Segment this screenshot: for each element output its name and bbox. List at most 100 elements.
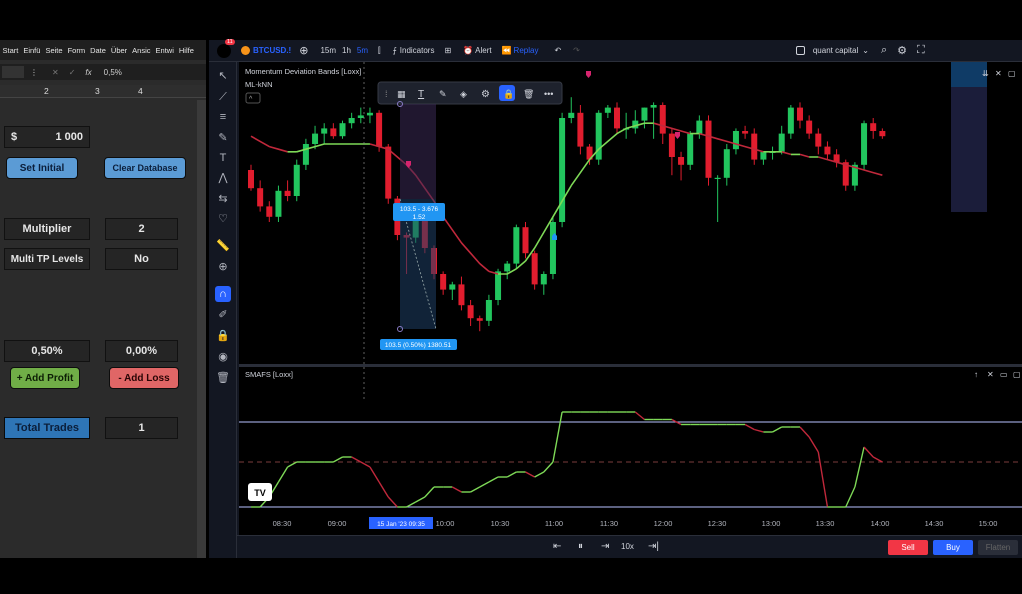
lock-icon[interactable]: 🔒 — [215, 328, 231, 344]
brush-icon[interactable]: ✎ — [215, 130, 231, 146]
menu-developer[interactable]: Entwi — [153, 46, 176, 55]
zoom-icon[interactable]: ⊕ — [215, 259, 231, 275]
main-indicator-title[interactable]: Momentum Deviation Bands [Loxx] — [245, 67, 361, 76]
line-color-icon[interactable]: ✎ — [439, 89, 447, 99]
replay-speed[interactable]: 10x — [621, 542, 634, 551]
sell-button[interactable]: Sell — [888, 540, 928, 555]
stop-zone[interactable] — [400, 104, 436, 199]
column-header[interactable]: 2 — [44, 86, 49, 96]
pane-maximize-icon[interactable]: ▢ — [1008, 69, 1016, 78]
pane-collapse-icon[interactable]: ⇊ — [982, 69, 989, 78]
pattern-icon[interactable]: ⋀ — [215, 170, 231, 186]
formula-input[interactable]: 0,5% — [104, 68, 122, 77]
pencil-lock-icon[interactable]: ✐ — [215, 307, 231, 323]
loss-percent-cell[interactable]: 0,00% — [105, 340, 178, 362]
replay-button[interactable]: Replay — [514, 46, 539, 55]
capital-cell[interactable]: $ 1 000 — [4, 126, 90, 148]
column-header[interactable]: 3 — [95, 86, 100, 96]
name-box[interactable] — [2, 66, 24, 78]
prediction-icon[interactable]: ⇆ — [215, 191, 231, 207]
column-header[interactable]: 4 — [138, 86, 143, 96]
alert-icon[interactable]: ⏰ — [463, 46, 473, 55]
menu-data[interactable]: Date — [88, 46, 109, 55]
fib-icon[interactable]: ≡ — [215, 109, 231, 125]
menu-formulas[interactable]: Form — [65, 46, 88, 55]
menu-view[interactable]: Ansic — [130, 46, 153, 55]
pane-divider[interactable] — [239, 364, 1022, 367]
pane-close-icon[interactable]: ✕ — [995, 69, 1002, 78]
delete-drawing-icon[interactable]: 🗑 — [523, 89, 534, 99]
candle-body — [751, 133, 758, 160]
jump-end-icon[interactable]: ⇥| — [648, 541, 659, 552]
add-loss-button[interactable]: - Add Loss — [109, 367, 179, 389]
cursor-icon[interactable]: ↖ — [215, 68, 231, 84]
alert-button[interactable]: Alert — [475, 46, 491, 55]
symbol-search[interactable]: BTCUSD.! — [253, 46, 291, 55]
chart-area[interactable]: ⇊ ✕ ▢ Momentum Deviation Bands [Loxx] ML… — [239, 62, 1022, 535]
menu-review[interactable]: Über — [108, 46, 129, 55]
redo-icon[interactable]: ↷ — [573, 46, 580, 55]
search-icon[interactable]: ⌕ — [881, 44, 887, 57]
confirm-icon[interactable]: ✓ — [69, 68, 76, 77]
multiplier-value[interactable]: 2 — [105, 218, 178, 240]
trash-icon[interactable]: 🗑 — [215, 370, 231, 386]
pause-icon[interactable]: ⏸ — [578, 541, 583, 552]
move-up-icon[interactable]: ↑ — [974, 370, 978, 379]
menu-help[interactable]: Hilfe — [176, 46, 196, 55]
jump-start-icon[interactable]: ⇤ — [553, 541, 561, 552]
avatar[interactable]: 11 — [217, 38, 235, 58]
settings-icon[interactable]: ⚙ — [481, 89, 490, 100]
heart-icon[interactable]: ♡ — [215, 211, 231, 227]
ruler-icon[interactable]: 📏 — [215, 238, 231, 254]
step-forward-icon[interactable]: ⇥ — [601, 541, 609, 552]
set-initial-button[interactable]: Set Initial — [6, 157, 78, 179]
menu-insert[interactable]: Einfü — [21, 46, 43, 55]
menu-start[interactable]: Start — [0, 46, 21, 55]
magnet-icon[interactable]: ∩ — [215, 286, 231, 302]
template-icon[interactable]: ▦ — [397, 89, 406, 99]
replay-icon[interactable]: ⏪ — [502, 46, 512, 55]
multi-tp-value[interactable]: No — [105, 248, 178, 270]
indicators-button[interactable]: Indicators — [400, 46, 435, 55]
chevron-down-icon[interactable]: ⌄ — [862, 46, 869, 55]
profit-percent-cell[interactable]: 0,50% — [4, 340, 90, 362]
add-profit-button[interactable]: + Add Profit — [10, 367, 80, 389]
text-icon[interactable]: T — [215, 150, 231, 166]
fx-icon[interactable]: fx — [85, 68, 91, 77]
indicators-icon[interactable]: ⨍ — [393, 46, 397, 55]
drag-handle-icon[interactable]: ⁞ — [385, 89, 388, 99]
more-options-icon[interactable]: ⋮ — [30, 68, 38, 77]
vertical-scrollbar[interactable] — [197, 100, 206, 558]
lower-indicator-title[interactable]: SMAFS [Loxx] — [245, 370, 293, 379]
drawing-toolbar: ↖ ⟋ ≡ ✎ T ⋀ ⇆ ♡ 📏 ⊕ ∩ ✐ 🔒 ◉ 🗑 — [209, 62, 237, 558]
collapse-pane-icon[interactable]: ▭ — [1000, 370, 1008, 379]
account-name[interactable]: quant capital — [813, 46, 858, 55]
trendline-icon[interactable]: ⟋ — [215, 89, 231, 105]
maximize-pane-icon[interactable]: ▢ — [1013, 370, 1021, 379]
layout-checkbox-icon[interactable] — [795, 46, 805, 55]
logo-text: TV — [254, 488, 266, 498]
candle-type-icon[interactable]: ⫿ — [378, 46, 381, 56]
close-pane-icon[interactable]: ✕ — [987, 370, 994, 379]
interval-5m[interactable]: 5m — [357, 46, 368, 55]
clear-database-button[interactable]: Clear Database — [104, 157, 186, 179]
layouts-icon[interactable]: ⊞ — [444, 46, 451, 55]
buy-button[interactable]: Buy — [933, 540, 973, 555]
text-color-icon[interactable]: T — [418, 89, 424, 100]
gear-icon[interactable]: ⚙ — [897, 44, 907, 57]
more-icon[interactable]: ••• — [544, 89, 553, 99]
candle-body — [879, 131, 886, 137]
interval-15m[interactable]: 15m — [320, 46, 336, 55]
fullscreen-icon[interactable]: ⛶ — [917, 44, 925, 57]
eye-icon[interactable]: ◉ — [215, 349, 231, 365]
fill-color-icon[interactable]: ◈ — [460, 89, 467, 99]
flatten-button[interactable]: Flatten — [978, 540, 1018, 555]
add-symbol-icon[interactable]: ⊕ — [299, 44, 308, 57]
cancel-icon[interactable]: ✕ — [52, 68, 59, 77]
menu-page[interactable]: Seite — [43, 46, 65, 55]
time-axis-label: 11:30 — [600, 519, 618, 528]
total-trades-value[interactable]: 1 — [105, 417, 178, 439]
undo-icon[interactable]: ↶ — [554, 46, 561, 55]
interval-1h[interactable]: 1h — [342, 46, 351, 55]
ml-knn-title[interactable]: ML-kNN — [245, 80, 273, 89]
